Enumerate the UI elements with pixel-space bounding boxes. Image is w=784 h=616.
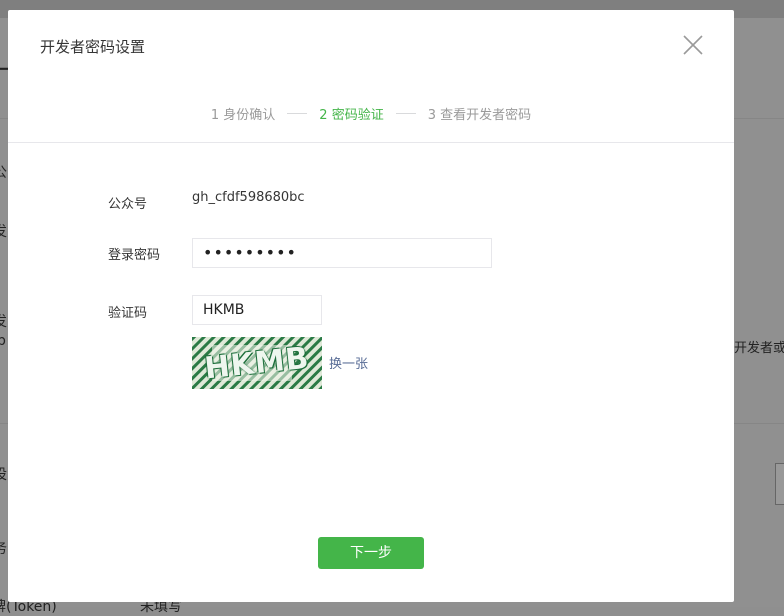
background-button bbox=[775, 463, 784, 505]
background-text: 公 bbox=[0, 162, 7, 182]
background-text: 设 bbox=[0, 464, 7, 484]
next-step-button[interactable]: 下一步 bbox=[318, 537, 424, 569]
background-text: 务 bbox=[0, 538, 7, 558]
background-text: 发 bbox=[0, 221, 7, 241]
captcha-label: 验证码 bbox=[108, 306, 148, 321]
step-identity-confirm: 1 身份确认 bbox=[210, 107, 276, 123]
step-indicator: 1 身份确认 2 密码验证 3 查看开发者密码 bbox=[8, 102, 734, 124]
step-view-password: 3 查看开发者密码 bbox=[427, 107, 532, 123]
password-label: 登录密码 bbox=[108, 248, 161, 263]
captcha-input[interactable] bbox=[192, 295, 322, 325]
background-text: 开发者或 bbox=[734, 341, 784, 356]
background-text: 发 bbox=[0, 311, 7, 331]
refresh-captcha-link[interactable]: 换一张 bbox=[329, 353, 368, 372]
close-icon bbox=[683, 35, 703, 55]
background-text: p bbox=[0, 333, 6, 349]
captcha-image[interactable]: HKMB bbox=[192, 337, 322, 389]
password-input[interactable] bbox=[192, 238, 492, 268]
dialog-title: 开发者密码设置 bbox=[40, 38, 146, 56]
close-button[interactable] bbox=[680, 32, 706, 58]
step-separator bbox=[395, 112, 416, 114]
step-password-verify: 2 密码验证 bbox=[319, 107, 384, 123]
developer-password-dialog: 开发者密码设置 1 身份确认 2 密码验证 3 查看开发者密码 公众号 gh_c… bbox=[8, 10, 734, 602]
step-separator bbox=[287, 112, 308, 114]
header-divider bbox=[8, 142, 734, 143]
account-value: gh_cfdf598680bc bbox=[192, 190, 305, 205]
account-label: 公众号 bbox=[108, 197, 148, 212]
captcha-text: HKMB bbox=[202, 340, 312, 386]
